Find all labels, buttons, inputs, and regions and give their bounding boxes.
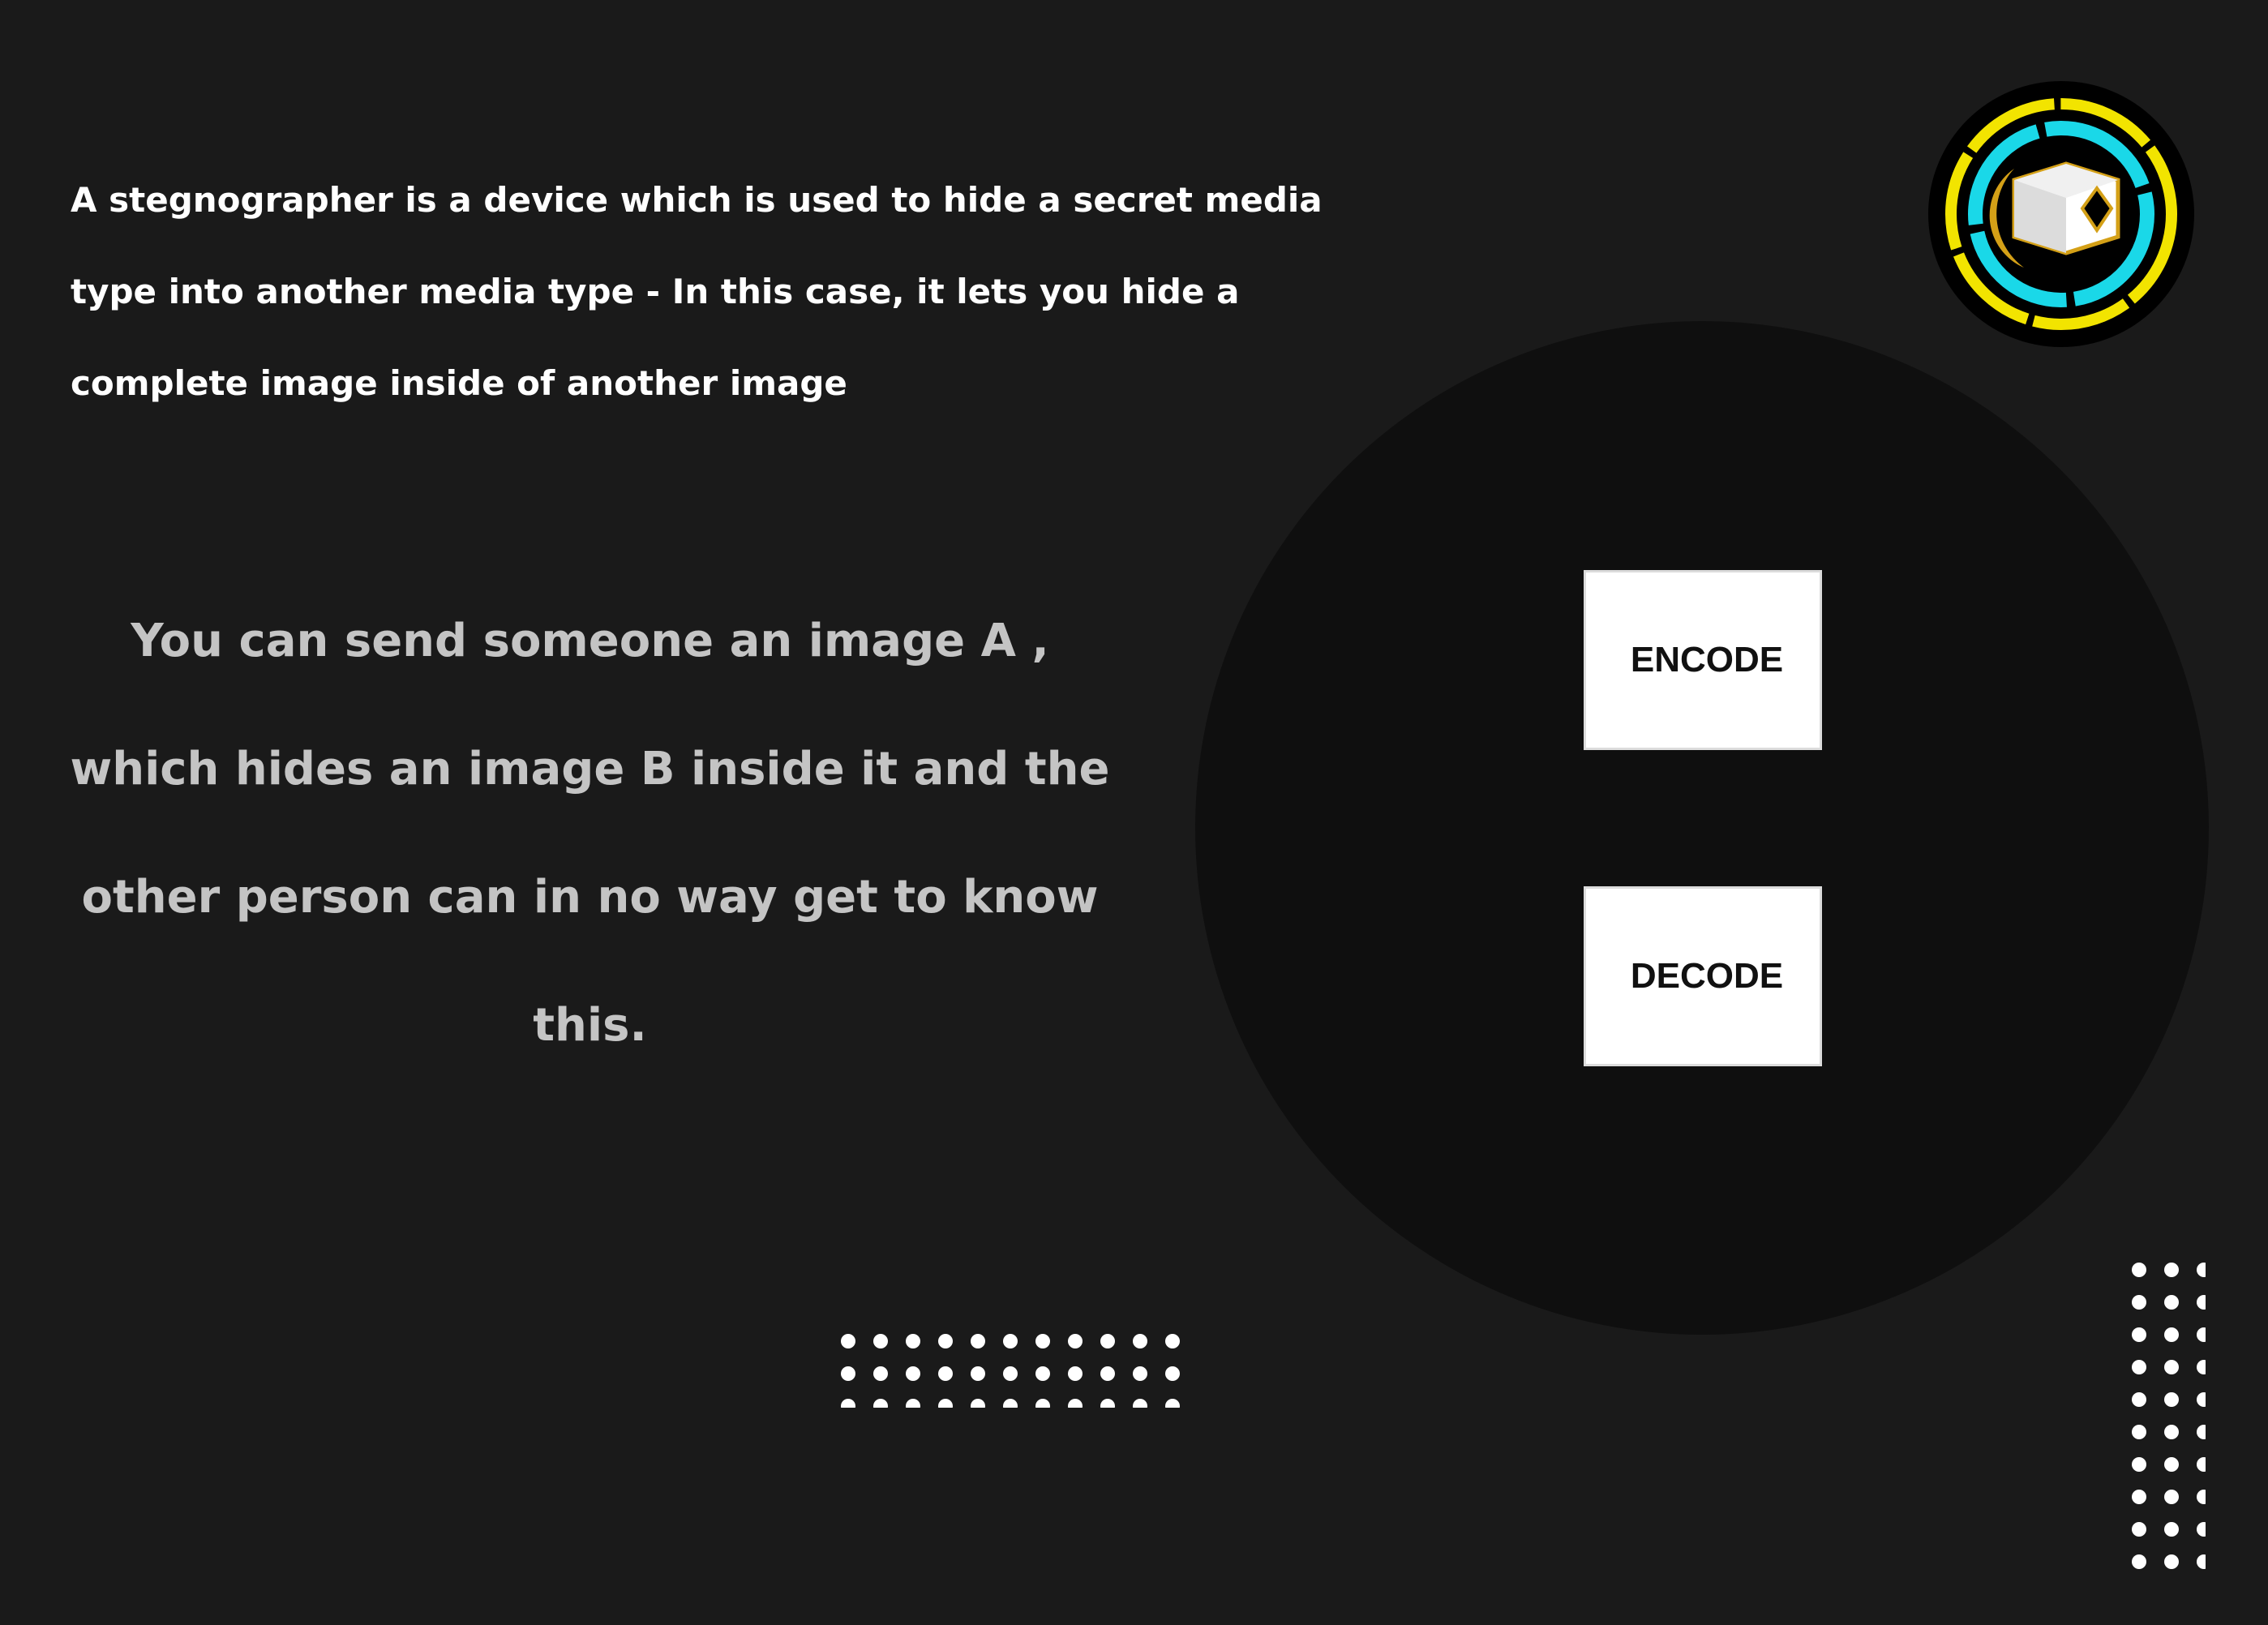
decorative-dot (2164, 1295, 2179, 1310)
decorative-dot (2164, 1457, 2179, 1472)
decorative-dot (841, 1366, 855, 1381)
decorative-dot (1133, 1366, 1147, 1381)
decorative-dot (2132, 1457, 2146, 1472)
decorative-dot (2132, 1360, 2146, 1374)
decorative-dot (906, 1399, 920, 1408)
decorative-dot (2197, 1490, 2206, 1504)
decorative-dot (2132, 1554, 2146, 1569)
decorative-dot (2132, 1263, 2146, 1277)
decorative-dot (1035, 1334, 1050, 1348)
decorative-dot (2197, 1263, 2206, 1277)
intro-text: A stegnographer is a device which is use… (71, 180, 1323, 403)
decorative-dot (2164, 1522, 2179, 1537)
circle-panel (1195, 321, 2209, 1335)
decorative-dot (1133, 1399, 1147, 1408)
decorative-dot (1003, 1366, 1018, 1381)
decorative-dot (2197, 1522, 2206, 1537)
decorative-dot (1035, 1399, 1050, 1408)
encode-button[interactable]: ENCODE (1584, 570, 1822, 750)
decorative-dot (2197, 1360, 2206, 1374)
decorative-dot (2197, 1327, 2206, 1342)
dot-grid-right (2132, 1263, 2206, 1569)
decorative-dot (1068, 1334, 1083, 1348)
decorative-dot (1003, 1334, 1018, 1348)
decorative-dot (1165, 1334, 1180, 1348)
decorative-dot (1133, 1334, 1147, 1348)
decorative-dot (2164, 1490, 2179, 1504)
decorative-dot (873, 1366, 888, 1381)
decorative-dot (938, 1334, 953, 1348)
decorative-dot (1068, 1366, 1083, 1381)
decorative-dot (971, 1366, 985, 1381)
decorative-dot (906, 1334, 920, 1348)
decode-button[interactable]: DECODE (1584, 886, 1822, 1066)
decorative-dot (873, 1399, 888, 1408)
dot-grid-bottom (841, 1334, 1180, 1408)
tagline-text: You can send someone an image A , which … (70, 615, 1110, 1052)
decorative-dot (2164, 1327, 2179, 1342)
decorative-dot (906, 1366, 920, 1381)
decorative-dot (1100, 1334, 1115, 1348)
decorative-dot (1068, 1399, 1083, 1408)
decorative-dot (2197, 1425, 2206, 1439)
decorative-dot (2164, 1392, 2179, 1407)
decorative-dot (841, 1399, 855, 1408)
decorative-dot (938, 1399, 953, 1408)
decorative-dot (2197, 1554, 2206, 1569)
decorative-dot (2132, 1522, 2146, 1537)
decorative-dot (1035, 1366, 1050, 1381)
decorative-dot (2164, 1554, 2179, 1569)
decorative-dot (1100, 1399, 1115, 1408)
decorative-dot (2132, 1425, 2146, 1439)
decorative-dot (1165, 1366, 1180, 1381)
decorative-dot (2197, 1457, 2206, 1472)
decorative-dot (2164, 1360, 2179, 1374)
decorative-dot (2164, 1263, 2179, 1277)
decorative-dot (1165, 1399, 1180, 1408)
decorative-dot (938, 1366, 953, 1381)
decorative-dot (2197, 1392, 2206, 1407)
decorative-dot (2132, 1327, 2146, 1342)
decorative-dot (971, 1334, 985, 1348)
decorative-dot (1003, 1399, 1018, 1408)
decorative-dot (2132, 1295, 2146, 1310)
decorative-dot (2132, 1392, 2146, 1407)
decorative-dot (1100, 1366, 1115, 1381)
cube-ring-logo-icon (1928, 81, 2194, 347)
decorative-dot (2164, 1425, 2179, 1439)
decorative-dot (2132, 1490, 2146, 1504)
decorative-dot (873, 1334, 888, 1348)
decorative-dot (2197, 1295, 2206, 1310)
decorative-dot (971, 1399, 985, 1408)
decorative-dot (841, 1334, 855, 1348)
